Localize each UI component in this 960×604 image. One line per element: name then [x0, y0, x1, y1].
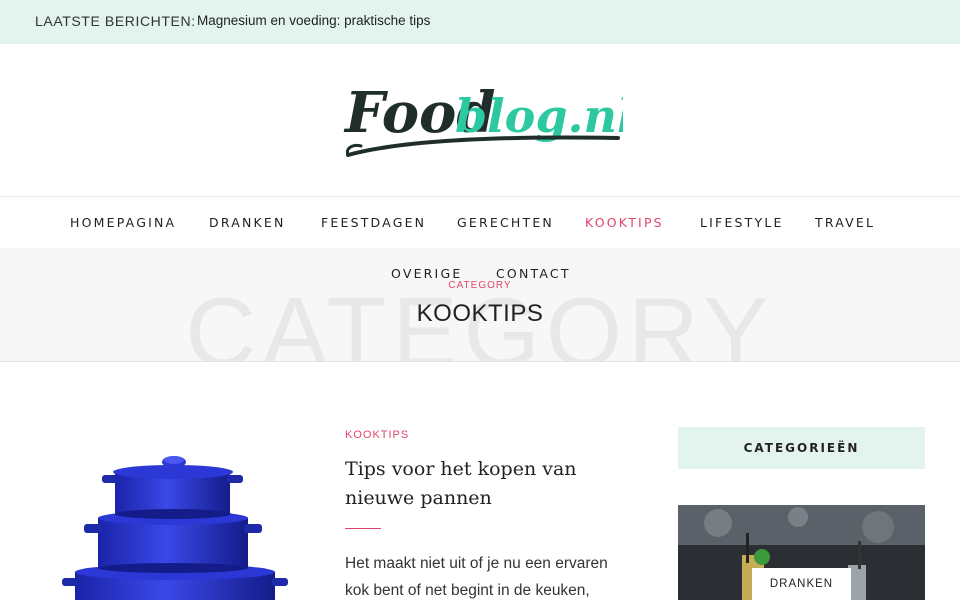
logo-text-blog: blog.nl: [455, 89, 623, 143]
nav-item-homepagina[interactable]: HOMEPAGINA: [70, 215, 176, 230]
nav-item-kooktips[interactable]: KOOKTIPS: [585, 215, 664, 230]
post-excerpt: Het maakt niet uit of je nu een ervaren …: [345, 550, 635, 604]
page-title: KOOKTIPS: [416, 300, 544, 327]
category-badge-dranken[interactable]: DRANKEN: [752, 568, 851, 600]
latest-post-link[interactable]: Magnesium en voeding: praktische tips: [197, 13, 430, 28]
post-thumbnail[interactable]: [60, 440, 290, 602]
nav-item-travel[interactable]: TRAVEL: [815, 215, 875, 230]
main-navigation: HOMEPAGINA DRANKEN FEESTDAGEN GERECHTEN …: [0, 196, 960, 249]
title-divider: [345, 528, 381, 529]
latest-posts-label: LAATSTE BERICHTEN:: [35, 13, 196, 29]
site-logo[interactable]: Food blog.nl: [343, 70, 634, 170]
category-label: CATEGORY: [448, 280, 512, 291]
nav-item-feestdagen[interactable]: FEESTDAGEN: [321, 215, 426, 230]
post-excerpt-line: Het maakt niet uit of je nu een ervaren: [345, 555, 608, 572]
nav-item-overige[interactable]: OVERIGE: [391, 266, 462, 281]
category-header: CATEGORY OVERIGE CONTACT CATEGORY KOOKTI…: [0, 248, 960, 362]
categories-widget-title: CATEGORIEËN: [678, 427, 925, 469]
nav-item-lifestyle[interactable]: LIFESTYLE: [700, 215, 784, 230]
latest-posts-bar: LAATSTE BERICHTEN: Magnesium en voeding:…: [0, 0, 960, 44]
nav-item-contact[interactable]: CONTACT: [496, 266, 571, 281]
nav-item-gerechten[interactable]: GERECHTEN: [457, 215, 554, 230]
nav-item-dranken[interactable]: DRANKEN: [209, 215, 286, 230]
post-title-link[interactable]: Tips voor het kopen van nieuwe pannen: [345, 455, 625, 513]
post-category-link[interactable]: KOOKTIPS: [345, 429, 409, 441]
